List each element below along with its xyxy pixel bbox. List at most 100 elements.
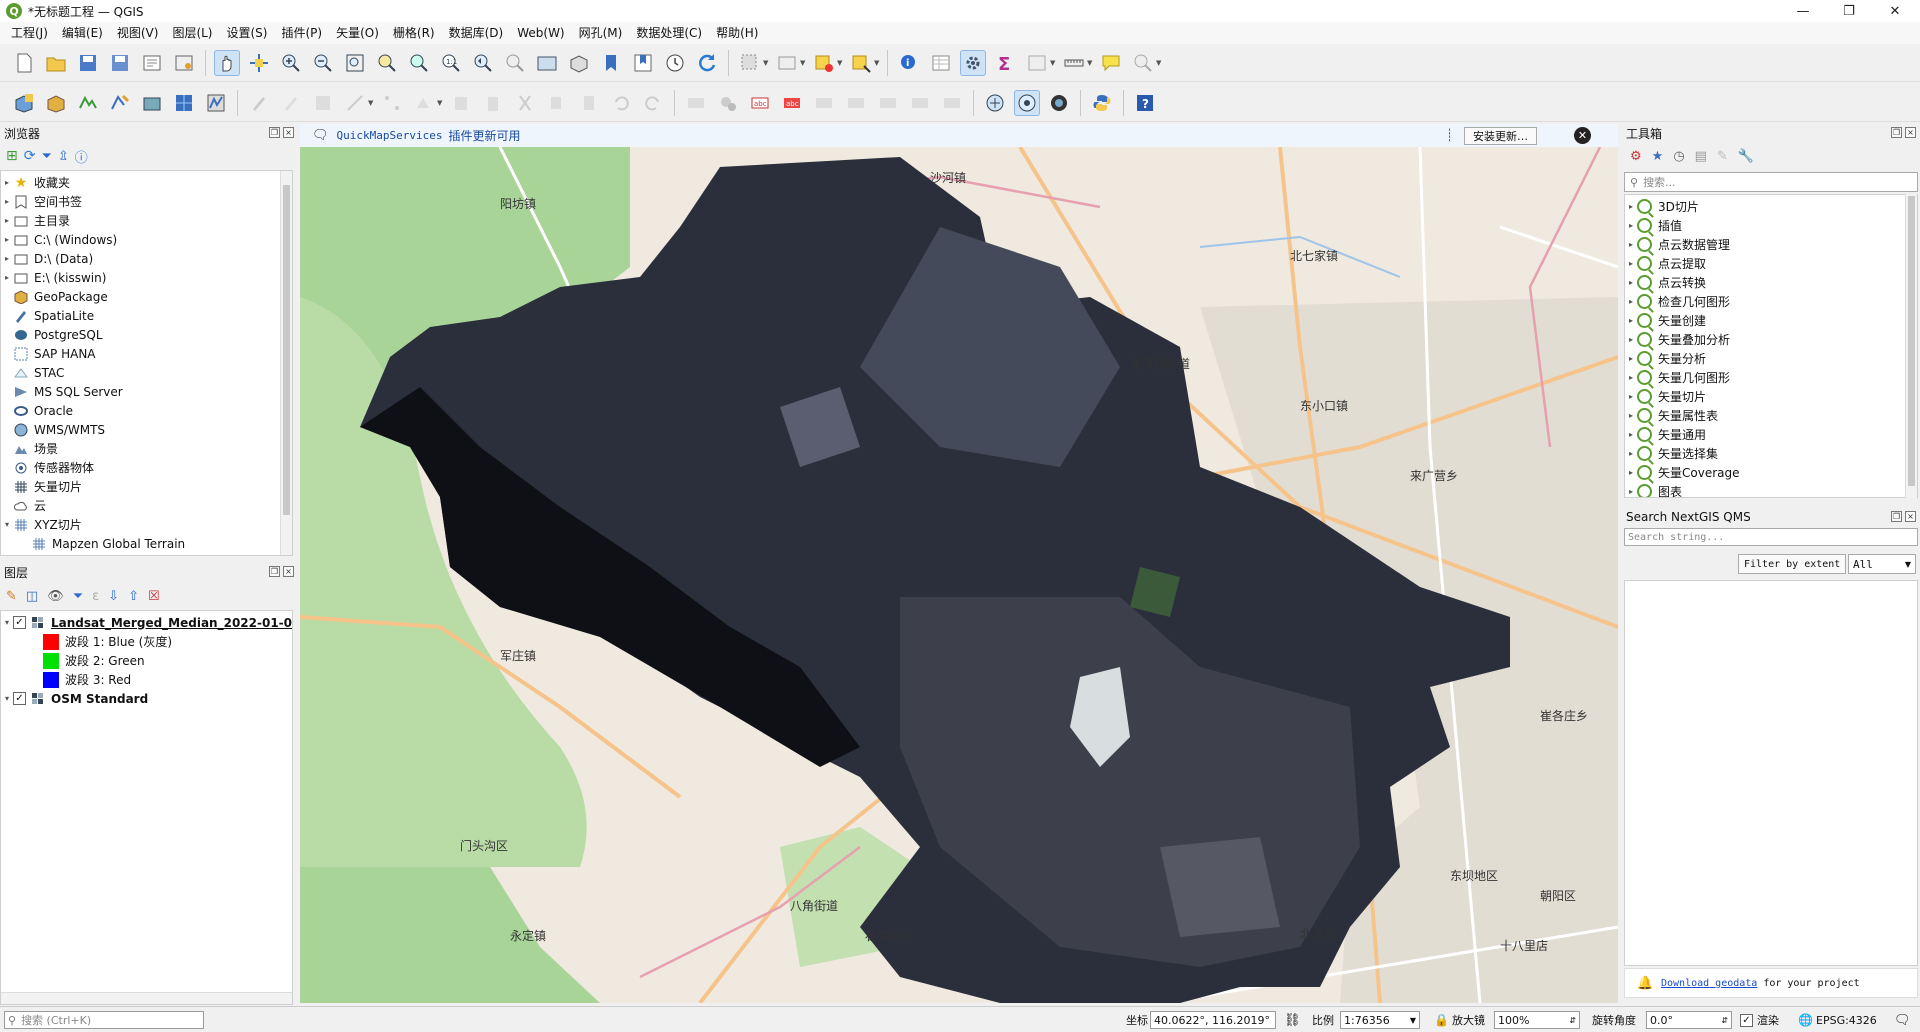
menu-plugins[interactable]: 插件(P) bbox=[274, 22, 329, 44]
temporal-controller-icon[interactable] bbox=[662, 50, 688, 76]
minimize-button[interactable]: — bbox=[1780, 0, 1826, 22]
toolbox-group[interactable]: ▸ 检查几何图形 bbox=[1625, 292, 1730, 311]
expand-arrow-icon[interactable]: ▸ bbox=[1625, 373, 1637, 382]
qms-browser-icon[interactable] bbox=[1014, 89, 1040, 116]
menu-layer[interactable]: 图层(L) bbox=[165, 22, 219, 44]
browser-item-favorites[interactable]: ▸ ★ 收藏夹 bbox=[1, 173, 70, 192]
select-value-dropdown-icon[interactable]: ▼ bbox=[800, 59, 808, 67]
label-abc-icon[interactable]: abc bbox=[747, 90, 773, 116]
coordinate-field[interactable]: 40.0622°, 116.2019° bbox=[1150, 1011, 1276, 1029]
new-3d-view-icon[interactable] bbox=[566, 50, 592, 76]
layout-manager-icon[interactable] bbox=[171, 50, 197, 76]
menu-settings[interactable]: 设置(S) bbox=[220, 22, 275, 44]
zoom-native-icon[interactable]: 1:1 bbox=[438, 50, 464, 76]
download-geodata-link[interactable]: Download geodata bbox=[1661, 978, 1757, 989]
toolbox-group[interactable]: ▸ 点云提取 bbox=[1625, 254, 1706, 273]
toolbox-group[interactable]: ▸ 矢量几何图形 bbox=[1625, 368, 1730, 387]
refresh-browser-icon[interactable]: ⟳ bbox=[24, 148, 36, 164]
show-bookmarks-icon[interactable] bbox=[630, 50, 656, 76]
new-temp-layer-icon[interactable] bbox=[107, 90, 133, 116]
data-source-manager-icon[interactable] bbox=[11, 90, 37, 116]
copy-icon[interactable] bbox=[544, 90, 570, 116]
browser-item-bookmarks[interactable]: ▸ 空间书签 bbox=[1, 192, 82, 211]
delete-selected-icon[interactable] bbox=[448, 90, 474, 116]
print-layout-icon[interactable] bbox=[139, 50, 165, 76]
move-label-icon[interactable] bbox=[875, 90, 901, 116]
expand-arrow-icon[interactable]: ▸ bbox=[1625, 297, 1637, 306]
undo-icon[interactable] bbox=[608, 90, 634, 116]
filter-by-extent-button[interactable]: Filter by extent bbox=[1738, 554, 1847, 574]
menu-dropdown-icon[interactable]: ┊ bbox=[1446, 128, 1453, 142]
close-window-button[interactable]: ✕ bbox=[1872, 0, 1918, 22]
expand-arrow-icon[interactable]: ▸ bbox=[1625, 449, 1637, 458]
save-edits-icon[interactable] bbox=[310, 90, 336, 116]
toolbox-group[interactable]: ▸ 矢量选择集 bbox=[1625, 444, 1718, 463]
label-toolbar-icon[interactable] bbox=[683, 90, 709, 116]
browser-item-sensor[interactable]: 传感器物体 bbox=[1, 458, 94, 477]
toolbox-group[interactable]: ▸ 3D切片 bbox=[1625, 197, 1699, 216]
cut-icon[interactable] bbox=[512, 90, 538, 116]
processing-toolbox-icon[interactable] bbox=[960, 49, 986, 76]
float-panel-button[interactable]: ❐ bbox=[269, 566, 280, 577]
digitize-icon[interactable] bbox=[342, 90, 368, 116]
toolbox-group[interactable]: ▸ 矢量Coverage bbox=[1625, 463, 1740, 482]
select-by-value-icon[interactable] bbox=[774, 50, 800, 76]
browser-item-home[interactable]: ▸ 主目录 bbox=[1, 211, 70, 230]
history-icon[interactable]: ◷ bbox=[1673, 149, 1684, 164]
remove-layer-icon[interactable]: ☒ bbox=[148, 589, 160, 604]
select-location-icon[interactable] bbox=[848, 50, 874, 76]
toolbox-scrollbar[interactable] bbox=[1905, 194, 1917, 498]
modify-attributes-icon[interactable] bbox=[411, 90, 437, 116]
menu-mesh[interactable]: 网孔(M) bbox=[572, 22, 630, 44]
add-raster-icon[interactable] bbox=[171, 90, 197, 116]
render-checkbox[interactable]: ✓ bbox=[1740, 1013, 1753, 1027]
trash-icon[interactable] bbox=[480, 90, 506, 116]
pin-labels-icon[interactable] bbox=[811, 90, 837, 116]
qms-search-input[interactable]: Search string... bbox=[1624, 528, 1918, 546]
qms-filter-select[interactable]: All ▼ bbox=[1848, 554, 1916, 574]
browser-item-c-drive[interactable]: ▸ C:\ (Windows) bbox=[1, 230, 117, 249]
menu-edit[interactable]: 编辑(E) bbox=[55, 22, 110, 44]
browser-item-xyz[interactable]: ▾ XYZ切片 bbox=[1, 515, 82, 534]
browser-item-e-drive[interactable]: ▸ E:\ (kisswin) bbox=[1, 268, 106, 287]
label-abc-red-icon[interactable]: abc bbox=[779, 90, 805, 116]
expand-arrow-icon[interactable]: ▸ bbox=[1625, 278, 1637, 287]
spatial-bookmark-icon[interactable] bbox=[598, 50, 624, 76]
menu-view[interactable]: 视图(V) bbox=[110, 22, 166, 44]
expand-arrow-icon[interactable]: ▸ bbox=[1625, 354, 1637, 363]
browser-item-stac[interactable]: STAC bbox=[1, 363, 64, 382]
edit-in-place-icon[interactable]: ✎ bbox=[1717, 149, 1728, 164]
zoom-out-icon[interactable] bbox=[310, 50, 336, 76]
collapse-all-icon[interactable]: ⇧ bbox=[128, 589, 139, 604]
expand-arrow-icon[interactable]: ▸ bbox=[1625, 240, 1637, 249]
zoom-to-layer-icon[interactable] bbox=[406, 50, 432, 76]
paste-icon[interactable] bbox=[576, 90, 602, 116]
maximize-button[interactable]: ❐ bbox=[1826, 0, 1872, 22]
layer-diagram-icon[interactable] bbox=[715, 90, 741, 116]
new-geopackage-icon[interactable] bbox=[43, 90, 69, 116]
float-panel-button[interactable]: ❐ bbox=[1891, 127, 1902, 138]
menu-raster[interactable]: 栅格(R) bbox=[386, 22, 442, 44]
toolbox-group[interactable]: ▸ 图表 bbox=[1625, 482, 1682, 497]
options-icon[interactable]: 🔧 bbox=[1738, 149, 1754, 164]
expand-all-icon[interactable]: ⇩ bbox=[108, 589, 119, 604]
pan-to-selection-icon[interactable] bbox=[246, 50, 272, 76]
toggle-extents-icon[interactable]: ⛓ bbox=[1284, 1011, 1301, 1029]
browser-item-mapzen[interactable]: Mapzen Global Terrain bbox=[19, 534, 185, 553]
vertex-tool-icon[interactable] bbox=[379, 90, 405, 116]
menu-vector[interactable]: 矢量(O) bbox=[329, 22, 386, 44]
menu-help[interactable]: 帮助(H) bbox=[709, 22, 765, 44]
float-panel-button[interactable]: ❐ bbox=[1891, 511, 1902, 522]
current-edits-icon[interactable] bbox=[246, 90, 272, 116]
browser-item-postgresql[interactable]: PostgreSQL bbox=[1, 325, 103, 344]
layers-hscrollbar[interactable] bbox=[1, 992, 292, 1004]
add-vector-icon[interactable] bbox=[203, 90, 229, 116]
magnifier-field[interactable]: 100% ⇵ bbox=[1494, 1011, 1580, 1029]
refresh-icon[interactable] bbox=[694, 50, 720, 76]
toolbox-group[interactable]: ▸ 矢量属性表 bbox=[1625, 406, 1718, 425]
zoom-full-icon[interactable] bbox=[342, 50, 368, 76]
crs-button[interactable]: EPSG:4326 bbox=[1816, 1011, 1877, 1029]
toggle-editing-icon[interactable] bbox=[278, 90, 304, 116]
lock-scale-icon[interactable]: 🔒 bbox=[1434, 1011, 1449, 1029]
rotation-field[interactable]: 0.0° ⇵ bbox=[1646, 1011, 1732, 1029]
